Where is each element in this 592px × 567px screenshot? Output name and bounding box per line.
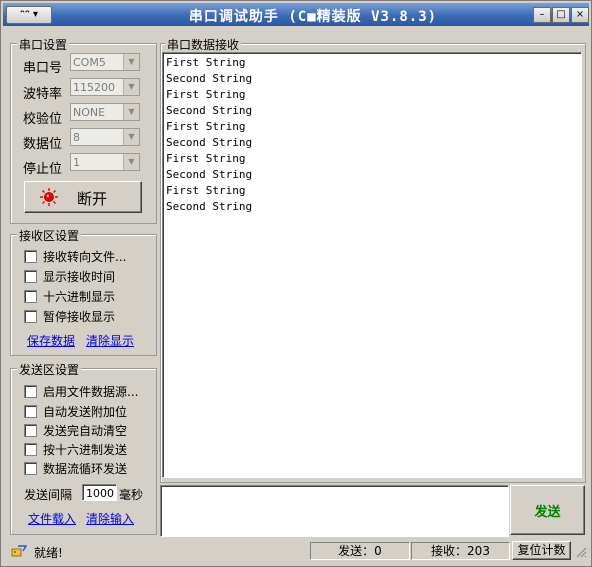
databits-label: 数据位 bbox=[23, 137, 63, 152]
reset-count-button[interactable]: 复位计数 bbox=[512, 541, 571, 560]
interval-label: 发送间隔 bbox=[24, 488, 73, 502]
send-input[interactable] bbox=[160, 485, 509, 537]
ready-status: 就绪! bbox=[34, 546, 63, 560]
send-settings-title: 发送区设置 bbox=[17, 361, 82, 378]
port-value: COM5 bbox=[73, 56, 106, 69]
window-title: 串口调试助手 (C■精装版 V3.8.3) bbox=[188, 9, 438, 25]
window-menu-button[interactable]: ᵔᵔ ▾ bbox=[6, 6, 52, 24]
loop-send-label: 数据流循环发送 bbox=[43, 462, 128, 476]
sent-count: 发送：0 bbox=[310, 542, 410, 560]
parity-value: NONE bbox=[73, 106, 106, 119]
receive-panel-title: 串口数据接收 bbox=[165, 36, 242, 53]
chevron-down-icon[interactable]: ▼ bbox=[123, 129, 139, 145]
checkbox-box[interactable] bbox=[24, 250, 37, 263]
chevron-down-icon[interactable]: ▼ bbox=[123, 54, 139, 70]
receive-line: Second String bbox=[166, 200, 253, 213]
minimize-button[interactable]: – bbox=[533, 7, 551, 23]
auto-clear-checkbox[interactable]: 发送完自动清空 bbox=[24, 422, 127, 439]
checkbox-box[interactable] bbox=[24, 443, 37, 456]
save-data-link[interactable]: 保存数据 bbox=[27, 332, 75, 349]
disconnect-button[interactable]: 断开 bbox=[24, 181, 142, 213]
recv-to-file-checkbox[interactable]: 接收转向文件... bbox=[24, 248, 126, 265]
receive-line: First String bbox=[166, 88, 246, 101]
serial-settings-group: 串口设置 串口号 COM5 ▼ 波特率 115200 ▼ 校验位 NONE ▼ 数据位… bbox=[10, 36, 157, 224]
file-source-label: 启用文件数据源... bbox=[43, 385, 139, 399]
receive-textarea[interactable]: First String Second String First String … bbox=[162, 52, 582, 478]
stopbits-label: 停止位 bbox=[23, 162, 63, 177]
show-recv-time-checkbox[interactable]: 显示接收时间 bbox=[24, 268, 115, 285]
baud-select[interactable]: 115200 ▼ bbox=[70, 78, 140, 96]
led-icon bbox=[40, 188, 58, 206]
chevron-down-icon[interactable]: ▼ bbox=[123, 79, 139, 95]
ready-icon bbox=[11, 544, 28, 558]
send-button-label: 发送 bbox=[534, 505, 561, 520]
databits-select[interactable]: 8 ▼ bbox=[70, 128, 140, 146]
hex-send-checkbox[interactable]: 按十六进制发送 bbox=[24, 441, 127, 458]
receive-line: First String bbox=[166, 184, 246, 197]
serial-settings-title: 串口设置 bbox=[17, 36, 70, 53]
checkbox-box[interactable] bbox=[24, 405, 37, 418]
hex-send-label: 按十六进制发送 bbox=[43, 443, 128, 457]
stopbits-value: 1 bbox=[73, 156, 80, 169]
parity-select[interactable]: NONE ▼ bbox=[70, 103, 140, 121]
hex-display-checkbox[interactable]: 十六进制显示 bbox=[24, 288, 115, 305]
interval-unit: 毫秒 bbox=[119, 488, 144, 502]
receive-settings-title: 接收区设置 bbox=[17, 227, 82, 244]
receive-line: Second String bbox=[166, 136, 253, 149]
receive-line: First String bbox=[166, 152, 246, 165]
pause-display-checkbox[interactable]: 暂停接收显示 bbox=[24, 308, 115, 325]
checkbox-box[interactable] bbox=[24, 424, 37, 437]
auto-append-label: 自动发送附加位 bbox=[43, 405, 128, 419]
auto-append-checkbox[interactable]: 自动发送附加位 bbox=[24, 403, 127, 420]
disconnect-label: 断开 bbox=[77, 190, 108, 208]
checkbox-box[interactable] bbox=[24, 270, 37, 283]
status-bar: 就绪! 发送：0 接收：203 复位计数 bbox=[3, 540, 589, 562]
show-recv-time-label: 显示接收时间 bbox=[43, 270, 116, 284]
clear-display-link[interactable]: 清除显示 bbox=[86, 332, 134, 349]
send-settings-group: 发送区设置 启用文件数据源... 自动发送附加位 发送完自动清空 按十六进制发送… bbox=[10, 361, 157, 535]
checkbox-box[interactable] bbox=[24, 385, 37, 398]
pause-display-label: 暂停接收显示 bbox=[43, 310, 116, 324]
receive-line: First String bbox=[166, 56, 246, 69]
stopbits-select[interactable]: 1 ▼ bbox=[70, 153, 140, 171]
baud-value: 115200 bbox=[73, 81, 115, 94]
receive-line: First String bbox=[166, 120, 246, 133]
resize-grip-icon[interactable] bbox=[575, 546, 587, 558]
clear-input-link[interactable]: 清除输入 bbox=[86, 510, 134, 527]
receive-settings-group: 接收区设置 接收转向文件... 显示接收时间 十六进制显示 暂停接收显示 保存数… bbox=[10, 227, 157, 356]
title-bar[interactable]: ᵔᵔ ▾ 串口调试助手 (C■精装版 V3.8.3) – □ × bbox=[3, 3, 589, 26]
auto-clear-label: 发送完自动清空 bbox=[43, 424, 128, 438]
parity-label: 校验位 bbox=[23, 112, 63, 127]
received-count: 接收：203 bbox=[411, 542, 510, 560]
interval-input[interactable]: 1000 bbox=[82, 484, 117, 501]
port-label: 串口号 bbox=[23, 61, 63, 76]
checkbox-box[interactable] bbox=[24, 290, 37, 303]
receive-panel: 串口数据接收 First String Second String First … bbox=[160, 36, 586, 483]
receive-line: Second String bbox=[166, 168, 253, 181]
send-button[interactable]: 发送 bbox=[510, 485, 585, 535]
databits-value: 8 bbox=[73, 131, 80, 144]
file-source-checkbox[interactable]: 启用文件数据源... bbox=[24, 383, 138, 400]
baud-label: 波特率 bbox=[23, 87, 63, 102]
file-load-link[interactable]: 文件载入 bbox=[28, 510, 76, 527]
chevron-down-icon[interactable]: ▼ bbox=[123, 154, 139, 170]
loop-send-checkbox[interactable]: 数据流循环发送 bbox=[24, 460, 127, 477]
receive-line: Second String bbox=[166, 104, 253, 117]
recv-to-file-label: 接收转向文件... bbox=[43, 250, 127, 264]
chevron-down-icon: ▾ bbox=[32, 9, 38, 20]
maximize-button[interactable]: □ bbox=[552, 7, 570, 23]
close-button[interactable]: × bbox=[571, 7, 589, 23]
app-window: ᵔᵔ ▾ 串口调试助手 (C■精装版 V3.8.3) – □ × 串口设置 串口… bbox=[0, 0, 592, 567]
checkbox-box[interactable] bbox=[24, 462, 37, 475]
hex-display-label: 十六进制显示 bbox=[43, 290, 116, 304]
chevron-down-icon[interactable]: ▼ bbox=[123, 104, 139, 120]
checkbox-box[interactable] bbox=[24, 310, 37, 323]
port-select[interactable]: COM5 ▼ bbox=[70, 53, 140, 71]
receive-line: Second String bbox=[166, 72, 253, 85]
